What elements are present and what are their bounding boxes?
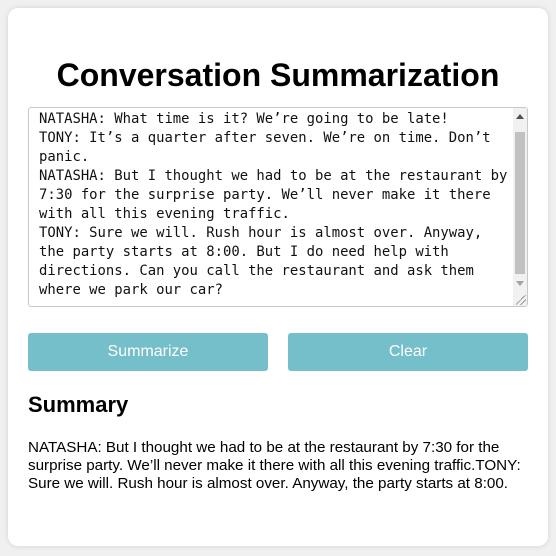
conversation-input-container xyxy=(28,107,528,307)
summary-text: NATASHA: But I thought we had to be at t… xyxy=(28,439,521,492)
summarizer-card: Conversation Summarization Summarize Cle… xyxy=(8,8,548,546)
conversation-input[interactable] xyxy=(29,108,515,306)
resize-grip-icon[interactable] xyxy=(516,295,526,305)
summary-heading: Summary xyxy=(28,392,129,417)
scroll-down-arrow-icon[interactable] xyxy=(516,281,524,286)
clear-button[interactable]: Clear xyxy=(288,333,528,371)
scroll-up-arrow-icon[interactable] xyxy=(516,114,524,119)
textarea-scrollbar[interactable] xyxy=(513,108,527,306)
summarize-button[interactable]: Summarize xyxy=(28,333,268,371)
page-title: Conversation Summarization xyxy=(56,57,500,93)
scrollbar-thumb[interactable] xyxy=(515,132,525,274)
